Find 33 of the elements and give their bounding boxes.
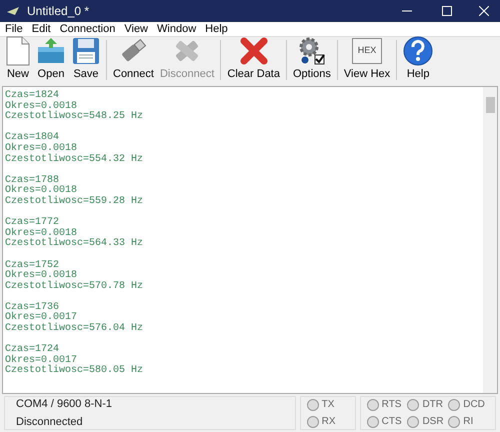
- toolbar-button[interactable]: Connect: [110, 36, 157, 82]
- indicator-label: RTS: [382, 398, 402, 412]
- toolbar-button[interactable]: Help: [400, 36, 436, 82]
- window-title: Untitled_0 *: [27, 3, 90, 20]
- folder-icon: [36, 36, 66, 65]
- indicator-label: DSR: [422, 415, 444, 429]
- connection-status: Disconnected: [16, 415, 84, 430]
- indicator-label: RX: [322, 415, 336, 429]
- menu-item[interactable]: Window: [157, 20, 196, 38]
- toolbar-button[interactable]: New: [3, 36, 33, 82]
- menu-item[interactable]: Help: [205, 20, 228, 38]
- menu-item[interactable]: File: [5, 20, 23, 38]
- menu-item[interactable]: Connection: [60, 20, 116, 38]
- indicator-label: DTR: [422, 398, 443, 412]
- app-icon: [6, 6, 20, 16]
- indicator-label: DCD: [463, 398, 485, 412]
- hex-icon: HEX: [352, 38, 382, 64]
- close-icon[interactable]: [479, 6, 489, 16]
- toolbar-button[interactable]: HEX View Hex: [340, 36, 394, 82]
- toolbar-button[interactable]: Save: [69, 36, 103, 82]
- indicator-label: RI: [463, 415, 474, 429]
- toolbar-button[interactable]: Clear Data: [224, 36, 283, 82]
- indicator-label: CTS: [382, 415, 402, 429]
- indicator-label: TX: [322, 398, 334, 412]
- port-settings: COM4 / 9600 8-N-1: [16, 396, 113, 412]
- toolbar-button[interactable]: Options: [290, 36, 334, 82]
- maximize-icon[interactable]: [442, 6, 452, 16]
- terminal-output: Czas=1824 Okres=0.0018 Czestotliwosc=548.25 Hz Czas=1804 Okres=0.0018 Czestotliwosc=554.32 Hz Czas=1788 Okres=0.0018 Czestotliwosc=559.28 Hz Czas=1772 Okres=0.0018 Czestotliwosc=564.33 Hz Czas=1752 Okres=0.0018 Czestotliwosc=570.78 Hz Czas=1736 Okres=0.0017 Czestotliwosc=576.04 Hz Czas=1724 Okres=0.0017 Czestotliwosc=580.05 Hz: [4, 89, 144, 378]
- scrollbar[interactable]: [483, 87, 497, 393]
- toolbar-button[interactable]: Open: [33, 36, 69, 82]
- x-mark-icon: [240, 36, 268, 65]
- menu-item[interactable]: Edit: [32, 20, 51, 38]
- menu-item[interactable]: View: [124, 20, 148, 38]
